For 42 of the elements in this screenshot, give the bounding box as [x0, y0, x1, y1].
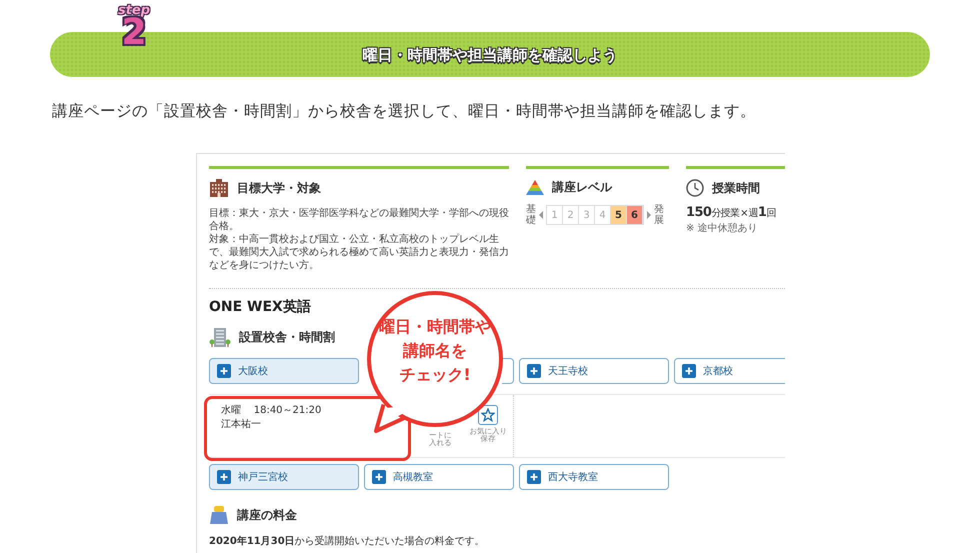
campus-button[interactable]: 大阪校 [209, 358, 359, 384]
level-low-label: 基礎 [526, 204, 536, 226]
duration-text: 150分授業 × 週1回 [686, 205, 777, 220]
campus-button[interactable]: 西大寺教室 [519, 464, 669, 490]
campus-button[interactable]: 高槻教室 [364, 464, 514, 490]
fee-text: 2020年11月30日から受講開始いただいた場合の料金です。 [209, 534, 486, 548]
section-heading: 設置校舎・時間割 [239, 328, 335, 346]
section-heading: 講座の料金 [237, 506, 297, 524]
schedule-time: 水曜 18:40～21:20 [221, 404, 322, 418]
break-note: ※ 途中休憩あり [686, 222, 759, 235]
target-text: 目標：東大・京大・医学部医学科などの最難関大学・学部への現役合格。 [209, 207, 509, 233]
building-icon [209, 179, 229, 197]
campus-button[interactable]: 京都校 [674, 358, 785, 384]
section-heading: 授業時間 [712, 180, 760, 196]
plus-icon [682, 364, 696, 378]
plus-icon [217, 364, 231, 378]
campus-button[interactable] [502, 358, 514, 384]
plus-icon [527, 364, 541, 378]
callout-line: 講師名を [403, 340, 467, 361]
purse-icon [209, 505, 229, 525]
office-building-icon [209, 326, 231, 348]
teacher-name: 江本祐一 [221, 418, 261, 432]
callout-line: チェック! [399, 364, 471, 385]
level-step: 5 [611, 206, 627, 224]
section-heading: 講座レベル [552, 179, 612, 196]
clock-icon [686, 179, 704, 197]
plus-icon [527, 470, 541, 484]
course-title: ONE WEX英語 [209, 298, 312, 316]
banner-title: 曜日・時間帯や担当講師を確認しよう [362, 45, 618, 65]
right-arrow-icon [647, 211, 651, 219]
level-high-label: 発展 [654, 204, 664, 226]
step-label: step [118, 4, 150, 17]
plus-icon [217, 470, 231, 484]
pyramid-icon [526, 180, 544, 196]
plus-icon [372, 470, 386, 484]
campus-button[interactable]: 神戸三宮校 [209, 464, 359, 490]
level-step: 6 [627, 206, 643, 224]
campus-button[interactable]: 天王寺校 [519, 358, 669, 384]
instruction-text: 講座ページの「設置校舎・時間割」から校舎を選択して、曜日・時間帯や担当講師を確認します。 [52, 101, 757, 122]
section-heading: 目標大学・対象 [237, 180, 321, 196]
left-arrow-icon [539, 211, 543, 219]
target-text: 対象：中高一貫校および国立・公立・私立高校のトップレベル生で、最難関大入試で求められる極めて高い英語力と表現力・発信力などを身につけたい方。 [209, 233, 509, 272]
